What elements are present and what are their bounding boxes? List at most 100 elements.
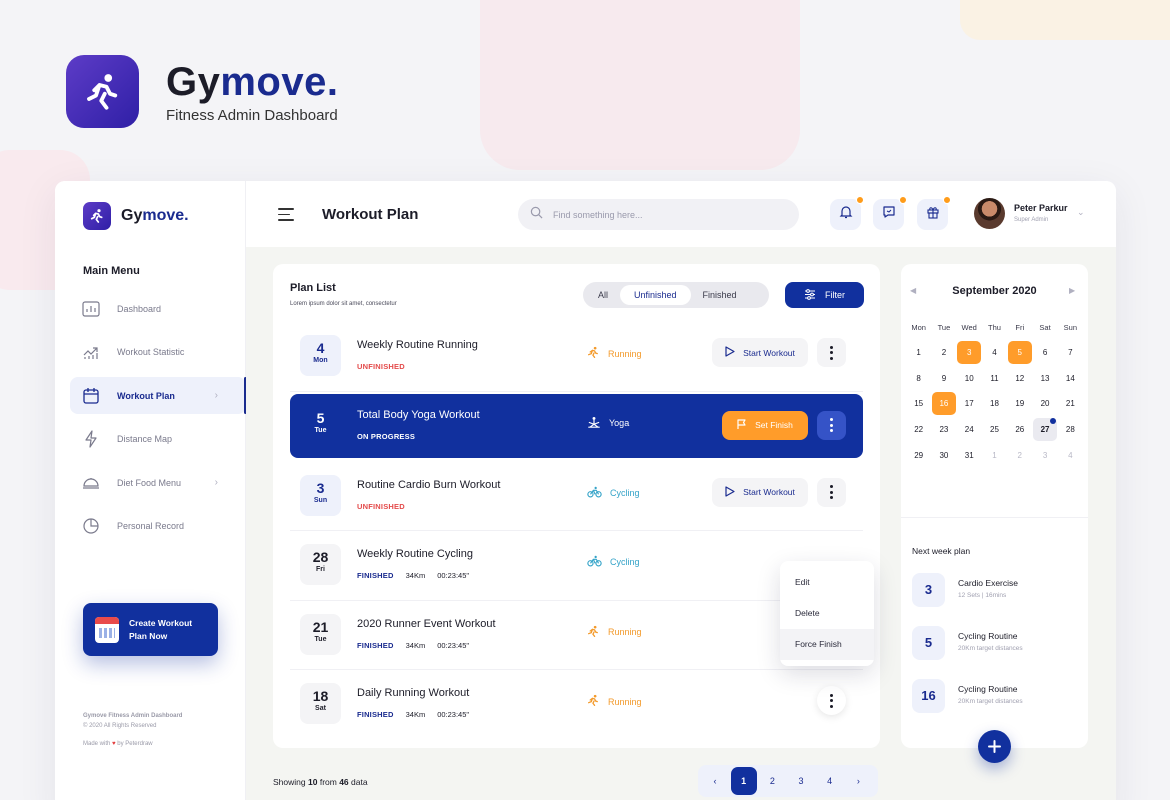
more-options-icon[interactable] <box>817 477 846 507</box>
calendar-day[interactable]: 1 <box>906 340 931 366</box>
workout-status: FINISHED 34Km 00:23:45" <box>357 710 469 719</box>
bell-icon <box>839 205 853 224</box>
calendar-day[interactable]: 15 <box>906 391 931 417</box>
page-button[interactable]: 4 <box>817 767 843 795</box>
search-bar[interactable] <box>518 199 799 230</box>
page-title: Workout Plan <box>322 206 419 223</box>
calendar-day[interactable]: 28 <box>1058 417 1083 443</box>
next-week-item[interactable]: 5 Cycling Routine 20Km target distances <box>912 626 1082 679</box>
user-name[interactable]: Peter Parkur <box>1014 203 1068 213</box>
sidebar-menu: Dashboard Workout Statistic Workout Plan… <box>70 290 247 552</box>
sidebar-logo[interactable]: Gymove. <box>83 202 189 230</box>
chevron-right-icon[interactable]: ▶ <box>1069 286 1075 295</box>
tab-finished[interactable]: Finished <box>691 285 749 305</box>
page-button[interactable]: 3 <box>788 767 814 795</box>
tab-all[interactable]: All <box>586 285 620 305</box>
calendar-day[interactable]: 30 <box>931 443 956 469</box>
pagination: ‹ 1 2 3 4 › <box>698 765 878 797</box>
workout-name: Daily Running Workout <box>357 687 470 699</box>
add-plan-button[interactable] <box>978 730 1011 763</box>
sidebar-item-diet-food-menu[interactable]: Diet Food Menu › <box>70 464 246 501</box>
play-icon <box>725 485 735 499</box>
workout-row[interactable]: 18 Sat Daily Running Workout FINISHED 34K… <box>290 670 863 740</box>
calendar-day[interactable]: 12 <box>1007 366 1032 392</box>
notifications-button[interactable] <box>830 196 864 230</box>
calendar-day[interactable]: 2 <box>931 340 956 366</box>
brand-name: Gymove. <box>166 59 339 104</box>
sidebar-item-distance-map[interactable]: Distance Map <box>70 421 246 458</box>
more-options-icon[interactable] <box>817 338 846 367</box>
calendar-day[interactable]: 27 <box>1032 417 1058 443</box>
prev-page-button[interactable]: ‹ <box>702 767 728 795</box>
calendar-day[interactable]: 3 <box>1032 443 1057 469</box>
sidebar-item-label: Personal Record <box>117 521 185 532</box>
hamburger-menu-icon[interactable] <box>278 208 294 225</box>
next-week-item[interactable]: 3 Cardio Exercise 12 Sets | 16mins <box>912 573 1082 626</box>
tab-unfinished[interactable]: Unfinished <box>620 285 691 305</box>
calendar-day[interactable]: 4 <box>982 340 1007 366</box>
calendar-day[interactable]: 7 <box>1058 340 1083 366</box>
status-label: FINISHED <box>357 640 394 650</box>
footer-made-with: Made with ♥ by Peterdraw <box>83 741 153 747</box>
messages-button[interactable] <box>873 196 907 230</box>
calendar-day[interactable]: 13 <box>1032 366 1057 392</box>
workout-row[interactable]: 4 Mon Weekly Routine Running UNFINISHED … <box>290 322 863 392</box>
page-button[interactable]: 2 <box>759 767 785 795</box>
calendar-day[interactable]: 20 <box>1032 391 1057 417</box>
play-icon <box>725 346 735 359</box>
calendar-day[interactable]: 26 <box>1007 417 1032 443</box>
workout-row[interactable]: 3 Sun Routine Cardio Burn Workout UNFINI… <box>290 462 863 531</box>
gifts-button[interactable] <box>917 196 951 230</box>
calendar-day[interactable]: 23 <box>931 417 956 443</box>
calendar-day[interactable]: 5 <box>1007 340 1032 366</box>
sidebar-item-personal-record[interactable]: Personal Record <box>70 508 246 545</box>
calendar-day[interactable]: 19 <box>1007 391 1032 417</box>
calendar-day[interactable]: 22 <box>906 417 931 443</box>
workout-row[interactable]: 21 Tue 2020 Runner Event Workout FINISHE… <box>290 601 863 670</box>
calendar-day[interactable]: 4 <box>1058 443 1083 469</box>
notification-dot <box>899 196 907 204</box>
calendar-day[interactable]: 10 <box>957 366 982 392</box>
page-button[interactable]: 1 <box>730 767 757 795</box>
next-week-item[interactable]: 16 Cycling Routine 20Km target distances <box>912 679 1082 732</box>
more-options-icon[interactable] <box>817 686 846 715</box>
avatar[interactable] <box>974 198 1005 229</box>
calendar-day[interactable]: 14 <box>1058 366 1083 392</box>
calendar-day[interactable]: 6 <box>1032 340 1057 366</box>
calendar-day[interactable]: 31 <box>957 443 982 469</box>
more-options-icon[interactable] <box>817 410 846 440</box>
create-workout-plan-button[interactable]: Create Workout Plan Now <box>83 603 218 656</box>
set-finish-button[interactable]: Set Finish <box>722 410 808 440</box>
menu-item-force-finish[interactable]: Force Finish <box>780 629 874 660</box>
calendar-day[interactable]: 21 <box>1058 391 1083 417</box>
search-input[interactable] <box>553 209 773 220</box>
sidebar-item-workout-plan[interactable]: Workout Plan › <box>70 377 247 415</box>
sidebar-item-dashboard[interactable]: Dashboard <box>70 290 246 327</box>
calendar-day[interactable]: 24 <box>957 417 982 443</box>
next-page-button[interactable]: › <box>845 767 871 795</box>
calendar-day[interactable]: 25 <box>982 417 1007 443</box>
cycling-icon <box>587 555 602 569</box>
calendar-day[interactable]: 16 <box>931 391 956 417</box>
sidebar-item-workout-statistic[interactable]: Workout Statistic <box>70 334 246 371</box>
calendar-day[interactable]: 11 <box>982 366 1007 392</box>
workout-row[interactable]: 28 Fri Weekly Routine Cycling FINISHED 34… <box>290 531 863 601</box>
chevron-down-icon[interactable]: ⌄ <box>1077 207 1085 218</box>
filter-button[interactable]: Filter <box>785 282 864 308</box>
calendar-day[interactable]: 3 <box>957 340 982 366</box>
footer-copyright: © 2020 All Rights Reserved <box>83 723 157 729</box>
workout-row[interactable]: 5 Tue Total Body Yoga Workout ON PROGRES… <box>290 393 863 458</box>
calendar-day[interactable]: 1 <box>982 443 1007 469</box>
workout-status: ON PROGRESS <box>357 432 415 441</box>
menu-item-edit[interactable]: Edit <box>780 567 874 598</box>
calendar-day[interactable]: 18 <box>982 391 1007 417</box>
calendar-day[interactable]: 8 <box>906 366 931 392</box>
calendar-day[interactable]: 17 <box>957 391 982 417</box>
calendar-day[interactable]: 9 <box>931 366 956 392</box>
start-workout-button[interactable]: Start Workout <box>712 477 808 507</box>
calendar-day[interactable]: 2 <box>1007 443 1032 469</box>
menu-item-delete[interactable]: Delete <box>780 598 874 629</box>
calendar-day[interactable]: 29 <box>906 443 931 469</box>
start-workout-button[interactable]: Start Workout <box>712 338 808 367</box>
running-icon <box>587 694 600 709</box>
